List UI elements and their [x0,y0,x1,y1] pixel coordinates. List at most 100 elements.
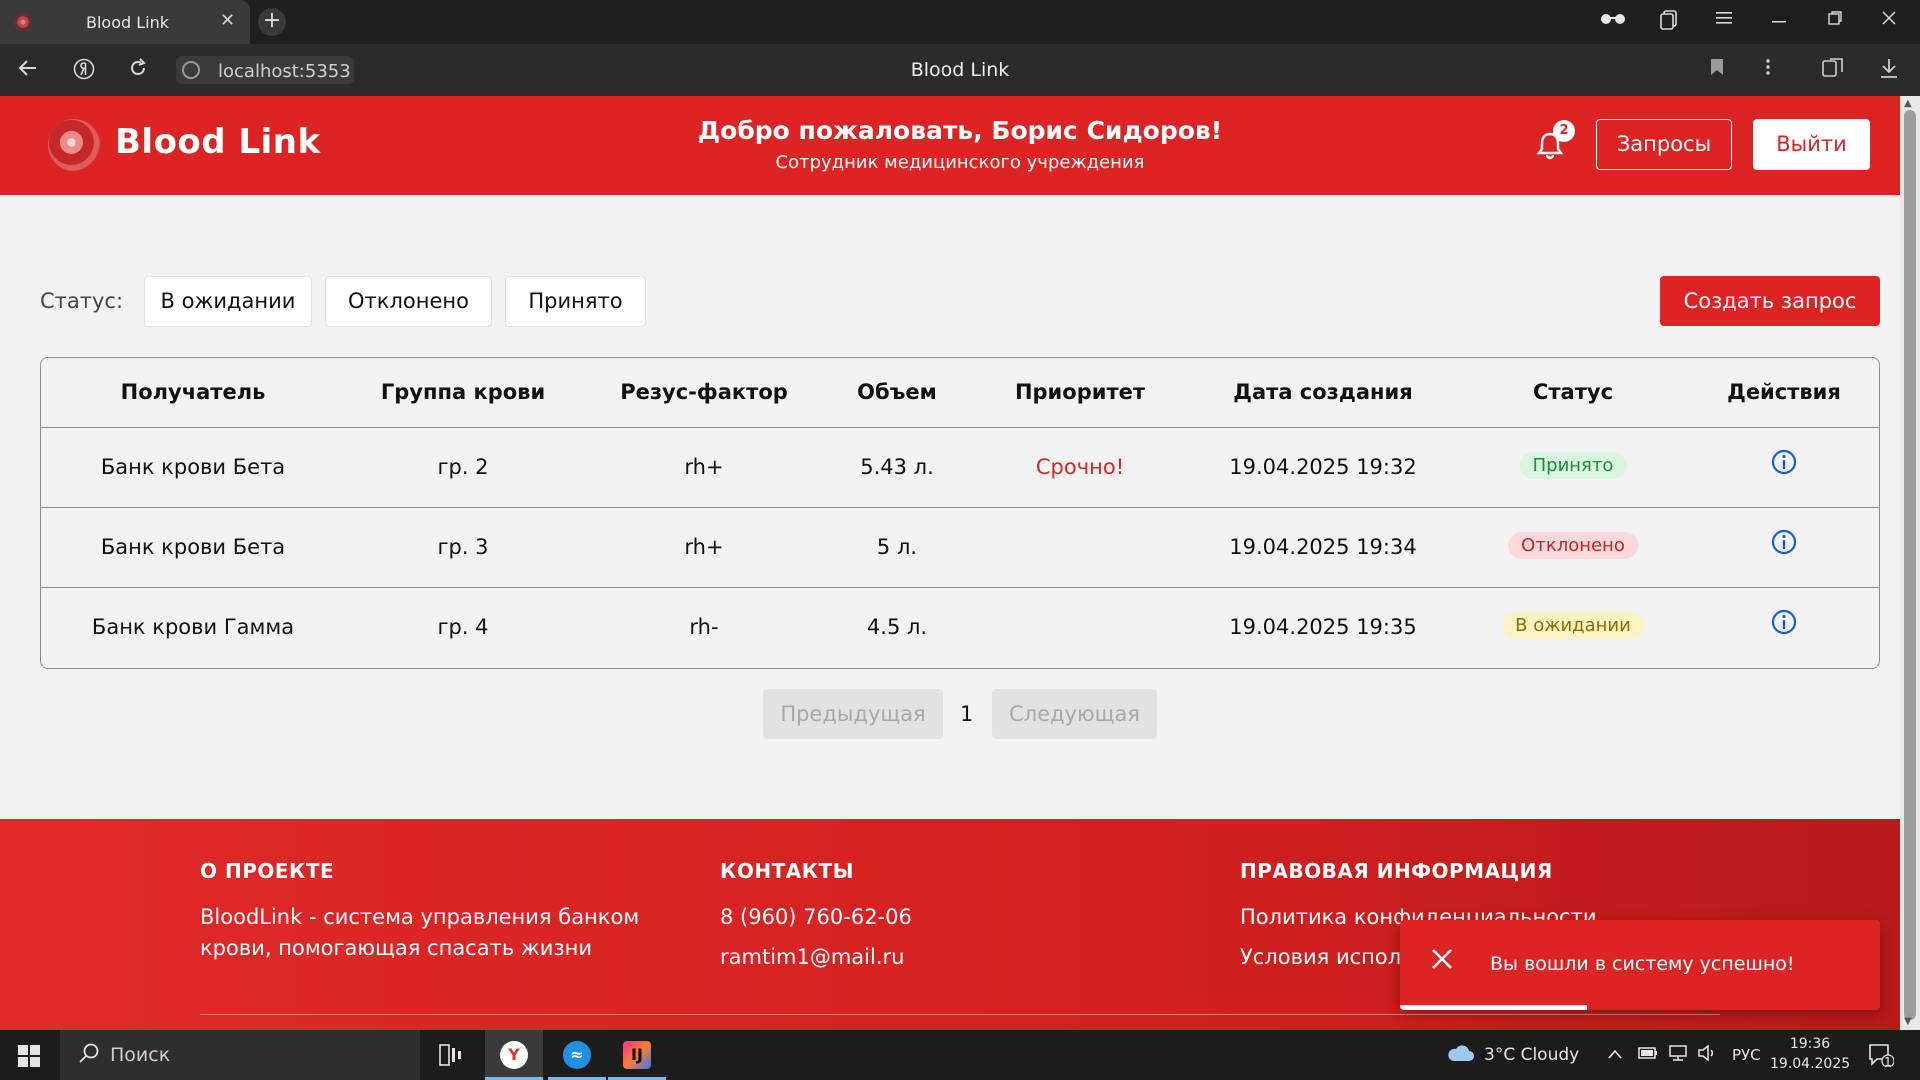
taskbar-clock[interactable]: 19:36 19.04.2025 [1770,1034,1850,1074]
cell-recipient: Банк крови Гамма [91,615,295,639]
collections-icon[interactable] [1660,10,1678,35]
current-page: 1 [960,702,974,726]
action-center-count: 1 [1884,1055,1892,1069]
cell-volume: 5.43 л. [860,455,934,479]
clock-date: 19.04.2025 [1770,1056,1851,1072]
info-icon[interactable] [1770,448,1798,476]
column-header-blood-group: Группа крови [380,380,546,404]
cell-rh: rh- [689,615,719,639]
weather-cloud-icon[interactable] [1445,1043,1475,1068]
status-badge: Отклонено [1508,532,1638,559]
language-indicator[interactable]: РУС [1732,1046,1761,1064]
reader-mode-icon[interactable] [1598,10,1628,33]
toast-message: Вы вошли в систему успешно! [1490,953,1795,975]
scroll-up-icon[interactable]: ▲ [1904,98,1912,109]
filter-pending-button[interactable]: В ожидании [144,276,312,327]
browser-tab[interactable]: Blood Link ✕ [0,0,250,44]
toast-close-icon[interactable] [1430,944,1454,979]
column-header-status: Статус [1532,380,1614,404]
windows-taskbar: Поиск Y ≈ IJ 3°C Cloudy РУС 19:36 19.04.… [0,1030,1920,1080]
cell-created: 19.04.2025 19:35 [1229,615,1417,639]
cell-rh: rh+ [684,455,724,479]
tab-close-icon[interactable]: ✕ [220,10,235,31]
table-row: Банк крови Гамма гр. 4 rh- 4.5 л. 19.04.… [41,588,1879,668]
requests-button[interactable]: Запросы [1596,119,1732,170]
status-badge: Принято [1519,452,1627,479]
search-icon [78,1042,100,1070]
table-header: Получатель Группа крови Резус-фактор Объ… [41,358,1879,428]
taskbar-search[interactable]: Поиск [60,1030,420,1080]
footer-about-line: крови, помогающая спасать жизни [200,936,592,960]
status-badge: В ожидании [1502,612,1644,639]
cell-priority: Срочно! [1035,455,1125,479]
footer-email[interactable]: ramtim1@mail.ru [720,942,904,973]
minimize-icon[interactable] [1772,10,1786,30]
tab-title: Blood Link [86,13,170,32]
network-icon[interactable] [1668,1045,1688,1066]
scrollbar-thumb[interactable] [1904,110,1916,1020]
intellij-taskbar-icon[interactable]: IJ [608,1030,666,1080]
column-header-priority: Приоритет [1014,380,1146,404]
info-icon[interactable] [1770,608,1798,636]
cell-created: 19.04.2025 19:34 [1229,535,1417,559]
cell-volume: 4.5 л. [866,615,928,639]
welcome-message: Добро пожаловать, Борис Сидоров! [697,116,1223,145]
favicon-icon [14,13,32,31]
requests-table: Получатель Группа крови Резус-фактор Объ… [40,357,1880,669]
task-view-icon[interactable] [422,1030,480,1080]
search-placeholder: Поиск [110,1044,171,1066]
docker-taskbar-icon[interactable]: ≈ [548,1030,606,1080]
scroll-down-icon[interactable]: ▼ [1904,1016,1912,1027]
cell-blood-group: гр. 4 [437,615,489,639]
footer-about-title: О ПРОЕКТЕ [200,859,335,883]
footer-phone[interactable]: 8 (960) 760-62-06 [720,902,912,933]
column-header-actions: Действия [1727,380,1841,404]
browser-tabbar: Blood Link ✕ + [0,0,1920,44]
page-scrollbar[interactable]: ▲ ▼ [1900,96,1920,1030]
toast-progress-bar [1400,1005,1588,1010]
create-request-button[interactable]: Создать запрос [1660,276,1880,326]
next-page-button[interactable]: Следующая [992,689,1157,739]
column-header-rh: Резус-фактор [620,380,788,404]
close-window-icon[interactable] [1882,10,1896,30]
yandex-browser-taskbar-icon[interactable]: Y [485,1030,543,1080]
restore-icon[interactable] [1828,10,1842,30]
cell-recipient: Банк крови Бета [100,535,286,559]
page-title: Blood Link [910,59,1010,81]
user-role: Сотрудник медицинского учреждения [775,152,1145,173]
prev-page-button[interactable]: Предыдущая [763,689,943,739]
tray-expand-icon[interactable] [1607,1045,1623,1065]
logo-icon [48,119,100,171]
brand-name[interactable]: Blood Link [115,122,321,162]
menu-icon[interactable] [1716,10,1732,30]
footer-legal-title: ПРАВОВАЯ ИНФОРМАЦИЯ [1240,859,1553,883]
cell-blood-group: гр. 3 [437,535,489,559]
more-options-icon[interactable] [1766,58,1770,81]
filter-rejected-button[interactable]: Отклонено [325,276,492,327]
table-row: Банк крови Бета гр. 3 rh+ 5 л. 19.04.202… [41,508,1879,588]
notification-badge: 2 [1553,120,1575,142]
status-filter-label: Статус: [40,289,124,313]
extensions-icon[interactable] [1822,58,1844,83]
footer-divider [200,1014,1720,1015]
cell-volume: 5 л. [876,535,918,559]
info-icon[interactable] [1770,528,1798,556]
bookmark-icon[interactable] [1710,58,1724,81]
windows-start-icon[interactable] [18,1045,40,1067]
success-toast: Вы вошли в систему успешно! [1400,920,1880,1010]
cell-blood-group: гр. 2 [437,455,489,479]
clock-time: 19:36 [1789,1036,1831,1052]
table-row: Банк крови Бета гр. 2 rh+ 5.43 л. Срочно… [41,428,1879,508]
column-header-volume: Объем [857,380,937,404]
cell-rh: rh+ [684,535,724,559]
battery-icon[interactable] [1638,1045,1658,1065]
column-header-recipient: Получатель [120,380,266,404]
logout-button[interactable]: Выйти [1753,119,1870,170]
download-icon[interactable] [1880,58,1898,83]
app-header: Blood Link Добро пожаловать, Борис Сидор… [0,96,1900,195]
filter-accepted-button[interactable]: Принято [505,276,646,327]
cell-created: 19.04.2025 19:32 [1229,455,1417,479]
new-tab-button[interactable]: + [258,8,286,36]
weather-text[interactable]: 3°C Cloudy [1484,1045,1579,1065]
volume-icon[interactable] [1697,1044,1717,1066]
